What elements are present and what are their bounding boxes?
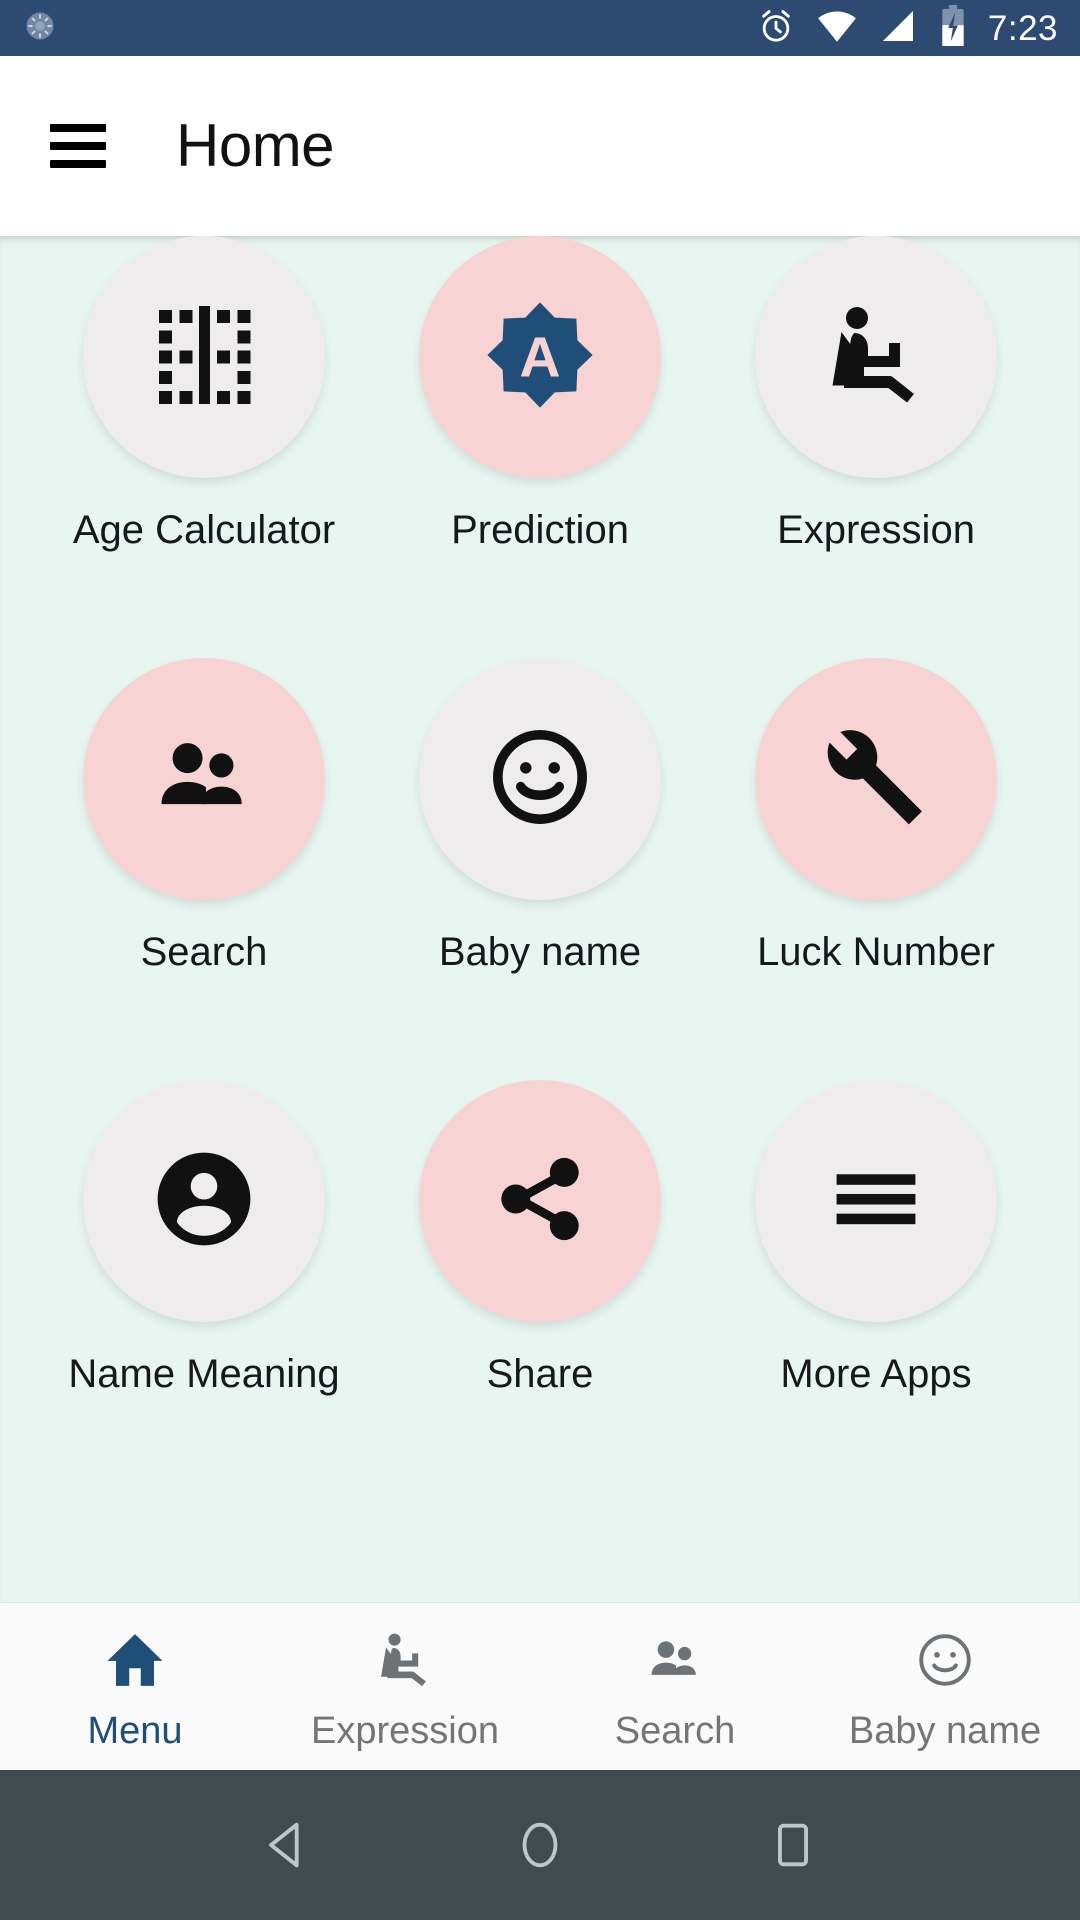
recents-square-icon[interactable] [738,1790,848,1900]
star-badge-a-icon: A [481,296,599,419]
smiley-face-icon [485,722,595,837]
grid-item-label: Age Calculator [72,508,336,552]
feature-grid: Age Calculator A Prediction Expression S… [0,236,1080,1450]
grid-item-label: Share [486,1352,594,1396]
bottom-nav-item-baby-name[interactable]: Baby name [810,1624,1080,1750]
status-bar-clock: 7:23 [987,8,1058,48]
grid-item-share[interactable]: Share [372,1028,708,1450]
grid-item-label: Expression [777,508,975,552]
wifi-icon [816,6,858,51]
alarm-icon [756,6,796,51]
grid-item-tile [755,658,997,900]
seat-recline-icon [372,1624,438,1696]
grid-item-label: Luck Number [757,930,995,974]
status-bar: 7:23 [0,0,1080,56]
grid-item-tile [419,658,661,900]
grid-item-tile [419,1080,661,1322]
grid-item-age-calculator[interactable]: Age Calculator [36,236,372,606]
battery-charging-icon [938,4,968,52]
status-bar-notifications [22,8,58,49]
hamburger-bar [50,124,106,132]
status-bar-system-icons: 7:23 [756,4,1058,52]
app-bar: Home [0,56,1080,236]
cellular-signal-icon [878,6,918,51]
hamburger-list-icon [821,1144,931,1259]
hamburger-bar [50,142,106,150]
grid-item-luck-number[interactable]: Luck Number [708,606,1044,1028]
smiley-face-icon [914,1624,976,1696]
phone-screen: 7:23 Home Age Calculator A Prediction Ex… [0,0,1080,1920]
home-circle-icon[interactable] [485,1790,595,1900]
bottom-nav-item-expression[interactable]: Expression [270,1624,540,1750]
bottom-nav-item-menu[interactable]: Menu [0,1624,270,1750]
grid-item-name-meaning[interactable]: Name Meaning [36,1028,372,1450]
people-icon [146,719,262,840]
android-system-navigation-bar [0,1770,1080,1920]
hamburger-menu-icon[interactable] [50,124,106,168]
grid-item-prediction[interactable]: A Prediction [372,236,708,606]
seat-recline-icon [816,295,936,420]
grid-item-expression[interactable]: Expression [708,236,1044,606]
bottom-nav-item-search[interactable]: Search [540,1624,810,1750]
page-title: Home [176,112,335,179]
grid-item-more-apps[interactable]: More Apps [708,1028,1044,1450]
grid-item-tile [83,658,325,900]
grid-item-tile [755,236,997,478]
bottom-nav-label: Search [614,1709,736,1752]
grid-item-label: Prediction [451,508,629,552]
grid-item-label: Name Meaning [68,1352,340,1396]
grid-item-tile [83,236,325,478]
grid-item-baby-name[interactable]: Baby name [372,606,708,1028]
account-circle-icon [146,1141,262,1262]
border-vertical-icon [144,295,264,420]
grid-item-search[interactable]: Search [36,606,372,1028]
wrench-icon [818,719,934,840]
grid-item-label: More Apps [780,1352,972,1396]
bottom-navigation-bar: Menu Expression Search Baby name [0,1602,1080,1770]
grid-item-tile [755,1080,997,1322]
spinner-icon [22,8,58,49]
bottom-nav-label: Baby name [848,1709,1042,1752]
grid-item-tile [83,1080,325,1322]
svg-text:A: A [519,325,560,389]
grid-item-label: Baby name [438,930,642,974]
bottom-nav-label: Menu [87,1709,183,1752]
home-icon [102,1624,168,1696]
main-content: Age Calculator A Prediction Expression S… [0,236,1080,1602]
back-triangle-icon[interactable] [232,1790,342,1900]
people-icon [643,1624,707,1696]
bottom-nav-label: Expression [311,1709,499,1752]
hamburger-bar [50,160,106,168]
share-icon [484,1143,596,1260]
grid-item-tile: A [419,236,661,478]
grid-item-label: Search [140,930,268,974]
